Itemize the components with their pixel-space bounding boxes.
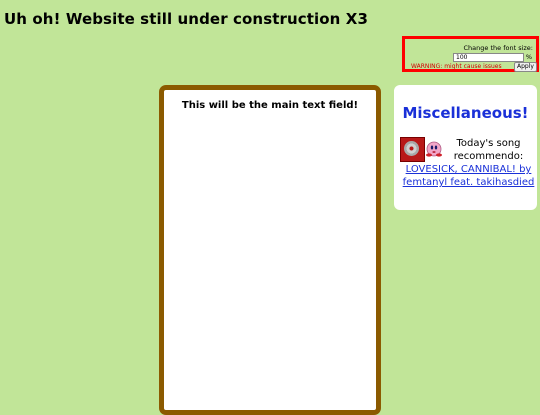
font-size-control: Change the font size: % WARNING: might c… — [402, 36, 539, 72]
main-text-field: This will be the main text field! — [159, 85, 381, 415]
font-size-label: Change the font size: — [463, 44, 533, 52]
site-title: Uh oh! Website still under construction … — [4, 10, 368, 28]
main-text: This will be the main text field! — [181, 100, 359, 111]
apply-button[interactable]: Apply — [514, 62, 537, 72]
font-size-warning: WARNING: might cause issues — [411, 63, 502, 70]
song-link[interactable]: LOVESICK, CANNIBAL! by femtanyl feat. ta… — [400, 163, 537, 189]
font-size-input[interactable] — [453, 53, 524, 62]
song-recommendation: Today's song recommendo: LOVESICK, CANNI… — [400, 137, 537, 189]
misc-title: Miscellaneous! — [402, 104, 529, 122]
song-intro-line1: Today's song — [456, 138, 521, 149]
font-size-unit: % — [525, 53, 532, 61]
song-intro-line2: recommendo: — [453, 151, 524, 162]
misc-panel: Miscellaneous! Today's song recommendo: … — [394, 85, 537, 210]
